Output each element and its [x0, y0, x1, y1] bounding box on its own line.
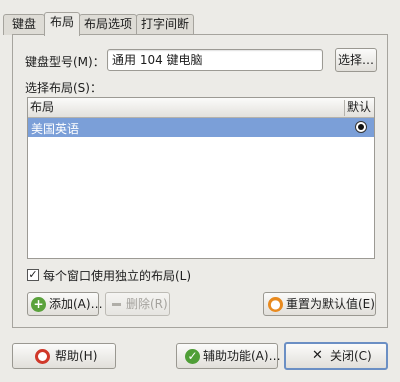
close-button[interactable]: ✕ 关闭(C) [284, 342, 388, 370]
reset-defaults-button[interactable]: ● 重置为默认值(E) [263, 292, 376, 316]
help-lifebuoy-icon [35, 349, 50, 364]
select-layout-label: 选择布局(S)： [25, 81, 102, 95]
tab-typing-break[interactable]: 打字间断 [136, 14, 194, 35]
remove-layout-label: 删除(R) [126, 297, 168, 311]
per-window-layout-label[interactable]: 每个窗口使用独立的布局(L) [43, 267, 191, 284]
layouts-panel: 键盘型号(M)： 通用 104 键电脑 选择… 选择布局(S)： 布局 默认 美… [12, 34, 388, 328]
accessibility-icon: ✓ [185, 349, 200, 364]
column-header-default[interactable]: 默认 [345, 98, 375, 118]
list-header: 布局 默认 [28, 98, 374, 118]
tab-layout-options[interactable]: 布局选项 [79, 14, 137, 35]
plus-circle-icon: + [31, 297, 46, 312]
remove-layout-button[interactable]: 删除(R) [105, 292, 170, 316]
help-button[interactable]: 帮助(H) [12, 343, 116, 369]
layout-list[interactable]: 布局 默认 美国英语 [27, 97, 375, 259]
minus-icon [112, 303, 121, 306]
keyboard-model-field[interactable]: 通用 104 键电脑 [107, 49, 323, 71]
column-header-layout[interactable]: 布局 [28, 98, 344, 118]
default-layout-radio[interactable] [355, 121, 367, 133]
layout-name: 美国英语 [31, 122, 80, 136]
tab-layouts[interactable]: 布局 [44, 12, 80, 36]
help-label: 帮助(H) [55, 349, 98, 363]
add-layout-button[interactable]: + 添加(A)… [27, 292, 103, 316]
add-layout-label: 添加(A)… [49, 297, 103, 311]
per-window-layout-checkbox[interactable]: ✓ [27, 269, 39, 281]
reset-defaults-label: 重置为默认值(E) [286, 297, 375, 311]
layout-row[interactable]: 美国英语 [28, 118, 374, 137]
accessibility-button[interactable]: ✓ 辅助功能(A)… [176, 343, 281, 369]
tab-keyboard[interactable]: 键盘 [3, 14, 45, 35]
close-x-icon: ✕ [312, 348, 323, 363]
reset-icon: ● [268, 297, 283, 312]
keyboard-model-label: 键盘型号(M)： [25, 55, 105, 69]
accessibility-label: 辅助功能(A)… [203, 349, 281, 363]
choose-model-button[interactable]: 选择… [335, 48, 377, 72]
close-label: 关闭(C) [330, 349, 372, 363]
